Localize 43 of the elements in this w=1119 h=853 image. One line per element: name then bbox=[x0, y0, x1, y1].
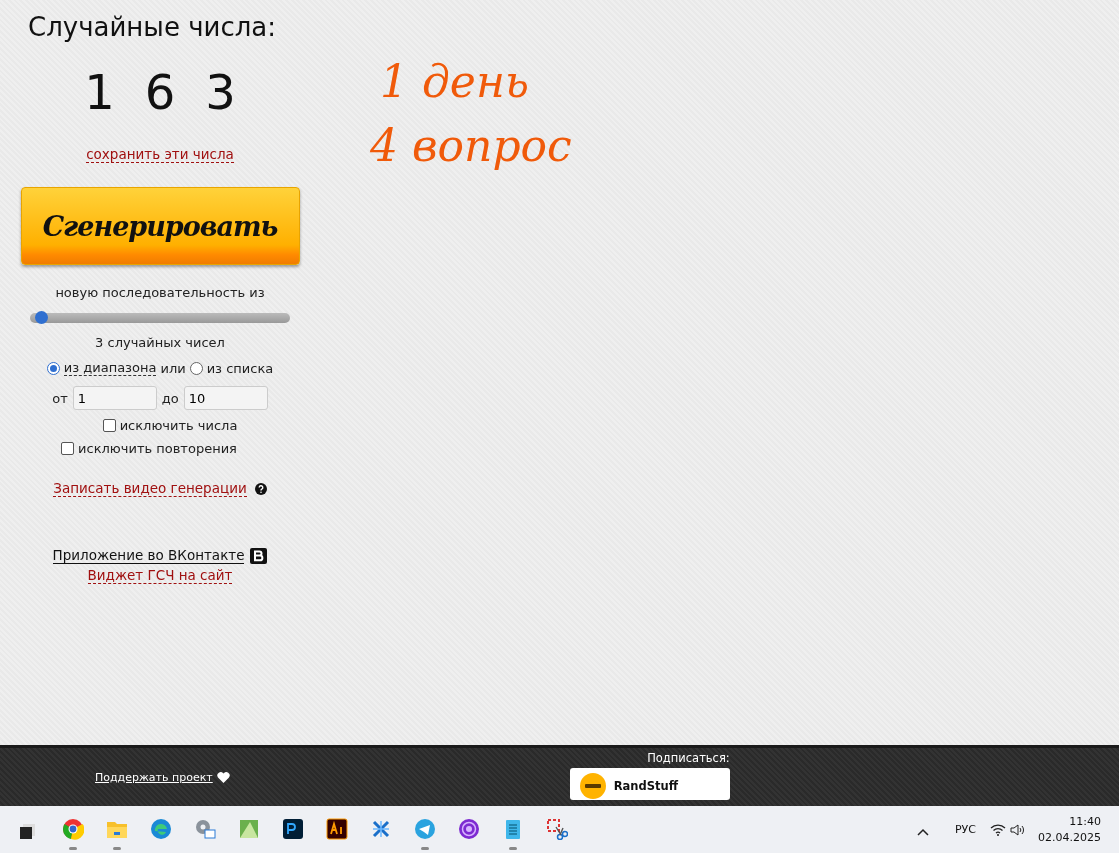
sequence-label: новую последовательность из bbox=[55, 285, 265, 300]
checkbox-label[interactable]: исключить числа bbox=[119, 418, 238, 433]
widget-link[interactable]: Виджет ГСЧ на сайт bbox=[87, 567, 233, 584]
language-indicator[interactable]: РУС bbox=[955, 823, 976, 836]
handwritten-note: 1 день bbox=[380, 55, 530, 109]
vk-icon[interactable] bbox=[250, 547, 268, 564]
checkbox[interactable] bbox=[61, 442, 75, 455]
count-slider[interactable] bbox=[30, 313, 290, 323]
wifi-icon[interactable] bbox=[990, 823, 1006, 836]
heart-icon bbox=[216, 771, 230, 783]
clock-time[interactable]: 11:40 bbox=[1069, 815, 1101, 828]
video-link[interactable]: Записать видео генерации bbox=[53, 480, 247, 497]
random-number: 3 bbox=[205, 64, 236, 120]
number-field[interactable]: 1 bbox=[72, 386, 157, 410]
telegram-icon[interactable] bbox=[414, 818, 436, 850]
range-label: от bbox=[52, 390, 68, 406]
or-label: или bbox=[160, 360, 186, 376]
radio-label[interactable]: из диапазона bbox=[63, 360, 157, 376]
channel-name: RandStuff bbox=[613, 778, 679, 793]
channel-card[interactable]: RandStuff bbox=[569, 768, 730, 800]
channel-logo-icon bbox=[579, 772, 606, 799]
vk-app-link[interactable]: Приложение во ВКонтакте bbox=[52, 547, 245, 564]
checkbox-label[interactable]: исключить повторения bbox=[78, 441, 237, 456]
radio-button[interactable] bbox=[189, 361, 203, 375]
count-label: 3 случайных чисел bbox=[95, 335, 225, 350]
radio-label[interactable]: из списка bbox=[206, 360, 274, 376]
handwritten-note: 4 вопрос bbox=[370, 119, 572, 173]
range-label: до bbox=[161, 390, 179, 406]
page-title: Случайные числа: bbox=[28, 12, 276, 42]
subscribe-label: Подписаться: bbox=[647, 751, 730, 765]
radio-button[interactable] bbox=[46, 361, 60, 375]
slider-thumb[interactable] bbox=[34, 311, 48, 324]
browser-icon[interactable] bbox=[62, 818, 84, 850]
number-field[interactable]: 10 bbox=[183, 386, 268, 410]
support-link[interactable]: Поддержать проект bbox=[95, 770, 213, 784]
random-number: 6 bbox=[144, 64, 176, 120]
save-link[interactable]: сохранить эти числа bbox=[86, 146, 234, 163]
speaker-icon[interactable] bbox=[1010, 823, 1024, 836]
random-number: 1 bbox=[84, 64, 115, 120]
clock-date[interactable]: 02.04.2025 bbox=[1038, 831, 1101, 844]
generate-button[interactable]: Сгенерировать bbox=[20, 187, 300, 265]
checkbox[interactable] bbox=[102, 419, 116, 432]
help-icon[interactable] bbox=[254, 482, 267, 495]
